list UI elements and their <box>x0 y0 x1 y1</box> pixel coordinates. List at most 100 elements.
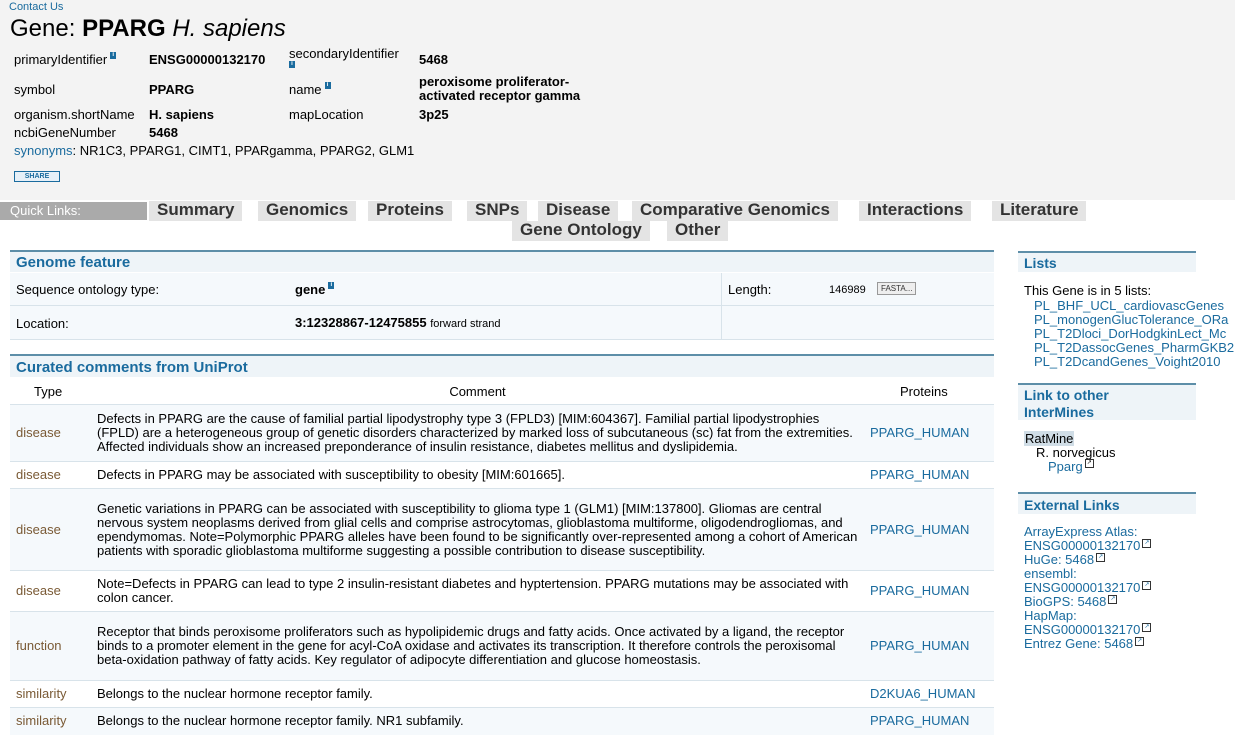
external-link-icon: ↗ <box>1135 637 1145 646</box>
info-icon[interactable]: i <box>328 282 335 289</box>
divider <box>721 273 722 339</box>
divider <box>10 305 994 306</box>
external-label: HapMap: <box>1024 608 1077 623</box>
comment-text: Note=Defects in PPARG can lead to type 2… <box>91 570 864 612</box>
table-row: similarity Belongs to the nuclear hormon… <box>10 707 994 735</box>
primary-identifier-value: ENSG00000132170 <box>149 52 266 67</box>
lists-intro: This Gene is in 5 lists: <box>1024 283 1152 298</box>
table-row: disease Defects in PPARG may be associat… <box>10 461 994 489</box>
external-links-heading: External Links <box>1018 492 1196 514</box>
external-link[interactable]: ENSG00000132170 ↗ <box>1024 539 1152 553</box>
protein-link[interactable]: PPARG_HUMAN <box>864 404 994 462</box>
external-link[interactable]: BioGPS: 5468 ↗ <box>1024 595 1118 609</box>
comment-text: Belongs to the nuclear hormone receptor … <box>91 707 864 735</box>
page-title: Gene: PPARG H. sapiens <box>10 15 286 43</box>
uniprot-comments-heading: Curated comments from UniProt <box>10 354 994 377</box>
comment-text: Receptor that binds peroxisome prolifera… <box>91 611 864 681</box>
mine-organism: R. norvegicus <box>1036 445 1116 460</box>
map-location-label: mapLocation <box>289 107 364 122</box>
tab-gene-ontology[interactable]: Gene Ontology <box>512 221 653 241</box>
title-symbol: PPARG <box>82 15 166 42</box>
comment-text: Belongs to the nuclear hormone receptor … <box>91 680 864 708</box>
uniprot-comments-table: Type Comment Proteins disease Defects in… <box>10 378 994 735</box>
name-label: name i <box>289 82 331 97</box>
tab-comparative-genomics[interactable]: Comparative Genomics <box>632 201 841 221</box>
location-value: 3:12328867-12475855 forward strand <box>295 315 501 330</box>
external-label: ArrayExpress Atlas: <box>1024 524 1138 539</box>
comment-type: similarity <box>10 707 91 735</box>
external-link-icon: ↗ <box>1096 553 1106 562</box>
info-icon[interactable]: i <box>289 61 295 68</box>
tab-disease[interactable]: Disease <box>538 201 622 221</box>
synonyms-value: NR1C3, PPARG1, CIMT1, PPARgamma, PPARG2,… <box>79 143 415 158</box>
external-link[interactable]: HuGe: 5468 ↗ <box>1024 553 1106 567</box>
list-link[interactable]: PL_T2Dloci_DorHodgkinLect_Mc <box>1034 326 1226 341</box>
comment-type: disease <box>10 488 91 571</box>
tab-summary[interactable]: Summary <box>149 201 246 221</box>
location-label: Location: <box>16 316 69 331</box>
list-link[interactable]: PL_T2DcandGenes_Voight2010 <box>1034 354 1220 369</box>
external-link-icon: ↗ <box>1108 595 1118 604</box>
tab-genomics[interactable]: Genomics <box>258 201 360 221</box>
external-label: ensembl: <box>1024 566 1077 581</box>
synonyms-label[interactable]: synonyms <box>14 143 73 158</box>
synonyms-separator: : <box>72 143 77 158</box>
title-prefix: Gene: <box>10 15 76 42</box>
list-link[interactable]: PL_T2DassocGenes_PharmGKB2 <box>1034 340 1234 355</box>
column-header-type: Type <box>34 383 63 399</box>
protein-link[interactable]: PPARG_HUMAN <box>864 570 994 612</box>
external-link-icon: ↗ <box>1142 539 1152 548</box>
table-row: similarity Belongs to the nuclear hormon… <box>10 680 994 708</box>
external-link-icon: ↗ <box>1084 459 1094 468</box>
comment-text: Defects in PPARG are the cause of famili… <box>91 404 864 462</box>
contact-us-link[interactable]: Contact Us <box>9 1 63 13</box>
tab-proteins[interactable]: Proteins <box>368 201 456 221</box>
map-location-value: 3p25 <box>419 107 449 122</box>
intermines-heading: Link to other InterMines <box>1018 383 1196 420</box>
symbol-label: symbol <box>14 82 56 97</box>
comment-type: disease <box>10 461 91 489</box>
tab-interactions[interactable]: Interactions <box>859 201 975 221</box>
symbol-value: PPARG <box>149 82 195 97</box>
protein-link[interactable]: PPARG_HUMAN <box>864 488 994 571</box>
protein-link[interactable]: PPARG_HUMAN <box>864 707 994 735</box>
share-button[interactable]: SHARE <box>14 171 60 182</box>
primary-identifier-label: primaryIdentifier i <box>14 52 117 67</box>
column-header-comment: Comment <box>449 383 506 399</box>
so-type-label: Sequence ontology type: <box>16 282 160 297</box>
tab-other[interactable]: Other <box>667 221 732 241</box>
list-link[interactable]: PL_monogenGlucTolerance_ORa <box>1034 312 1228 327</box>
length-label: Length: <box>728 282 772 297</box>
column-header-proteins: Proteins <box>900 383 948 399</box>
external-link[interactable]: ENSG00000132170 ↗ <box>1024 623 1152 637</box>
length-value: 146989 <box>829 284 866 296</box>
organism-label: organism.shortName <box>14 107 135 122</box>
divider <box>10 339 994 340</box>
table-row: disease Note=Defects in PPARG can lead t… <box>10 570 994 612</box>
external-link[interactable]: Entrez Gene: 5468 ↗ <box>1024 637 1145 651</box>
protein-link[interactable]: D2KUA6_HUMAN <box>864 680 994 708</box>
info-icon[interactable]: i <box>324 82 331 89</box>
secondary-identifier-label: secondaryIdentifier <box>289 46 399 61</box>
so-type-value: gene i <box>295 282 335 297</box>
fasta-button[interactable]: FASTA... <box>877 282 917 295</box>
name-value: peroxisome proliferator-activated recept… <box>419 74 581 103</box>
info-icon[interactable]: i <box>110 52 117 59</box>
tab-literature[interactable]: Literature <box>992 201 1090 221</box>
ncbi-gene-number-value: 5468 <box>149 125 178 140</box>
external-link-icon: ↗ <box>1142 623 1152 632</box>
organism-value: H. sapiens <box>149 107 215 122</box>
external-link[interactable]: ENSG00000132170 ↗ <box>1024 581 1152 595</box>
mine-gene-link[interactable]: Pparg ↗ <box>1048 459 1094 474</box>
protein-link[interactable]: PPARG_HUMAN <box>864 611 994 681</box>
protein-link[interactable]: PPARG_HUMAN <box>864 461 994 489</box>
comment-text: Genetic variations in PPARG can be assoc… <box>91 488 864 571</box>
genome-feature-heading: Genome feature <box>10 250 994 272</box>
ncbi-gene-number-label: ncbiGeneNumber <box>14 125 116 140</box>
mine-name: RatMine <box>1024 431 1075 446</box>
tab-snps[interactable]: SNPs <box>467 201 531 221</box>
comment-type: similarity <box>10 680 91 708</box>
table-row: disease Defects in PPARG are the cause o… <box>10 404 994 462</box>
list-link[interactable]: PL_BHF_UCL_cardiovascGenes <box>1034 298 1224 313</box>
table-row: function Receptor that binds peroxisome … <box>10 611 994 681</box>
